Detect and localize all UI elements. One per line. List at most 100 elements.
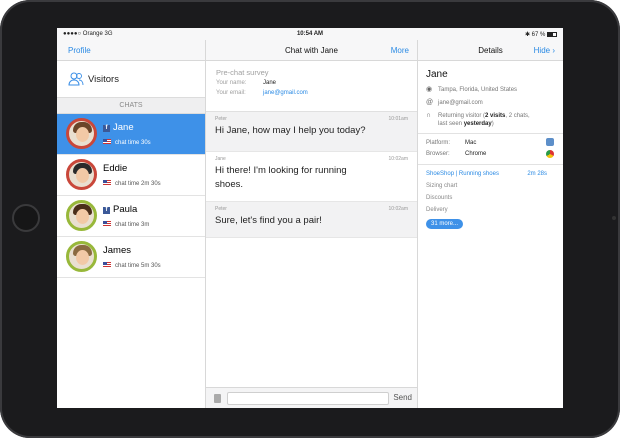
- message-sender: Peter: [215, 116, 227, 122]
- survey-email-row: Your email: jane@gmail.com: [216, 90, 407, 100]
- hide-label: Hide: [533, 46, 551, 55]
- details-navbar: Details Hide ›: [418, 40, 563, 61]
- profile-email: @ jane@gmail.com: [426, 99, 555, 107]
- visitor-name: f Jane: [103, 122, 134, 133]
- browser-value: Chrome: [465, 151, 487, 157]
- home-button[interactable]: [12, 204, 40, 232]
- message-time: 10:02am: [388, 206, 408, 212]
- browser-label: Browser:: [426, 151, 450, 157]
- avatar-face: [76, 250, 89, 265]
- page-item[interactable]: Discounts: [426, 195, 555, 207]
- page-item[interactable]: Sizing chart: [426, 183, 555, 195]
- tablet-bezel: ●●●●○ Orange 3G 10:54 AM ✱ 67 % Profile …: [0, 0, 620, 438]
- survey-name-label: Your name:: [216, 80, 247, 86]
- us-flag-icon: [103, 221, 111, 226]
- survey-email-link[interactable]: jane@gmail.com: [263, 90, 308, 96]
- chats-section-header: CHATS: [57, 97, 205, 114]
- profile-button[interactable]: Profile: [68, 46, 91, 55]
- avatar: [66, 200, 97, 231]
- details-panel: Details Hide › Jane ◉ Tampa, Florida, Uni…: [417, 40, 563, 408]
- message: Peter 10:01am Hi Jane, how may I help yo…: [206, 112, 417, 152]
- browser-row: Browser: Chrome: [418, 149, 563, 160]
- visitor-name: f Paula: [103, 204, 137, 215]
- chat-panel: Chat with Jane More Pre-chat survey Your…: [206, 40, 417, 408]
- hide-button[interactable]: Hide ›: [534, 46, 555, 55]
- battery-icon: [547, 31, 557, 37]
- attach-icon[interactable]: [214, 394, 221, 403]
- pre-chat-survey: Pre-chat survey Your name: Jane Your emai…: [206, 61, 417, 112]
- visitor-name-text: James: [103, 245, 131, 256]
- visitor-name: Eddie: [103, 163, 127, 174]
- returning-mid: , 2 chats,: [505, 113, 530, 119]
- message-sender: Peter: [215, 206, 227, 212]
- platform-value: Mac: [465, 140, 477, 146]
- more-button[interactable]: More: [391, 46, 409, 55]
- chat-time: chat time 3m: [103, 221, 149, 228]
- headset-icon: ∩: [426, 112, 432, 119]
- message-sender: Jane: [215, 156, 226, 162]
- chat-row-eddie[interactable]: Eddie chat time 2m 30s: [57, 155, 205, 196]
- chat-title: Chat with Jane: [285, 46, 338, 55]
- chat-time: chat time 30s: [103, 139, 151, 146]
- camera-dot: [612, 216, 616, 220]
- returning-visits: 2 visits: [485, 113, 506, 119]
- email-text: jane@gmail.com: [438, 100, 483, 106]
- avatar: [66, 159, 97, 190]
- us-flag-icon: [103, 262, 111, 267]
- page-item-current[interactable]: ShoeShop | Running shoes 2m 28s: [426, 171, 555, 183]
- visitor-name-text: Jane: [113, 122, 134, 133]
- us-flag-icon: [103, 139, 111, 144]
- chat-row-jane[interactable]: f Jane chat time 30s: [57, 114, 205, 155]
- clock: 10:54 AM: [296, 31, 324, 37]
- message-time: 10:01am: [388, 116, 408, 122]
- message-text: Sure, let's find you a pair!: [215, 215, 322, 226]
- page-title: ShoeShop | Running shoes: [426, 171, 499, 177]
- facebook-icon: f: [103, 125, 110, 132]
- chats-sidebar: Profile Visitors CHATS f Jane chat time 3…: [57, 40, 206, 408]
- location-pin-icon: ◉: [426, 86, 433, 93]
- message: Peter 10:02am Sure, let's find you a pai…: [206, 202, 417, 238]
- visitor-name: James: [103, 245, 131, 256]
- profile-returning: ∩ Returning visitor (2 visits, 2 chats, la…: [426, 112, 555, 128]
- visitors-label: Visitors: [88, 74, 119, 85]
- message-input[interactable]: [227, 392, 389, 405]
- more-pages-button[interactable]: 31 more...: [426, 219, 464, 229]
- message-time: 10:02am: [388, 156, 408, 162]
- us-flag-icon: [103, 180, 111, 185]
- chat-row-james[interactable]: James chat time 5m 30s: [57, 237, 205, 278]
- returning-pre: Returning visitor (: [438, 113, 486, 119]
- avatar-face: [76, 168, 89, 183]
- chat-navbar: Chat with Jane More: [206, 40, 417, 61]
- message-text: Hi there! I'm looking for running shoes.: [215, 165, 347, 190]
- returning-last: last seen: [438, 121, 464, 127]
- users-icon: [68, 72, 84, 89]
- avatar-face: [76, 209, 89, 224]
- visitor-profile: Jane ◉ Tampa, Florida, United States @ jan…: [418, 61, 563, 128]
- returning-end: ): [491, 121, 494, 127]
- platform-row: Platform: Mac: [418, 138, 563, 149]
- survey-heading: Pre-chat survey: [216, 68, 269, 77]
- visitors-item[interactable]: Visitors: [57, 61, 205, 97]
- status-bar: ●●●●○ Orange 3G 10:54 AM ✱ 67 %: [57, 28, 563, 40]
- avatar: [66, 118, 97, 149]
- sidebar-navbar: Profile: [57, 40, 205, 61]
- platform-label: Platform:: [426, 140, 451, 146]
- survey-name-row: Your name: Jane: [216, 80, 407, 90]
- profile-name: Jane: [426, 69, 448, 80]
- visitor-name-text: Eddie: [103, 163, 128, 174]
- chat-time-text: chat time 2m 30s: [115, 181, 161, 187]
- returning-yesterday: yesterday: [463, 121, 492, 127]
- chat-time: chat time 2m 30s: [103, 180, 161, 187]
- avatar-face: [76, 127, 89, 142]
- survey-name-value: Jane: [263, 80, 277, 86]
- page-item[interactable]: Delivery: [426, 207, 555, 219]
- page-duration: 2m 28s: [527, 171, 547, 177]
- chat-time-text: chat time 30s: [115, 140, 151, 146]
- mac-os-icon: [546, 138, 554, 146]
- chat-row-paula[interactable]: f Paula chat time 3m: [57, 196, 205, 237]
- location-text: Tampa, Florida, United States: [438, 87, 518, 93]
- battery-info: ✱ 67 %: [525, 31, 557, 38]
- tech-info: Platform: Mac Browser: Chrome: [418, 134, 563, 160]
- at-sign-icon: @: [426, 99, 434, 106]
- send-button[interactable]: Send: [393, 393, 412, 402]
